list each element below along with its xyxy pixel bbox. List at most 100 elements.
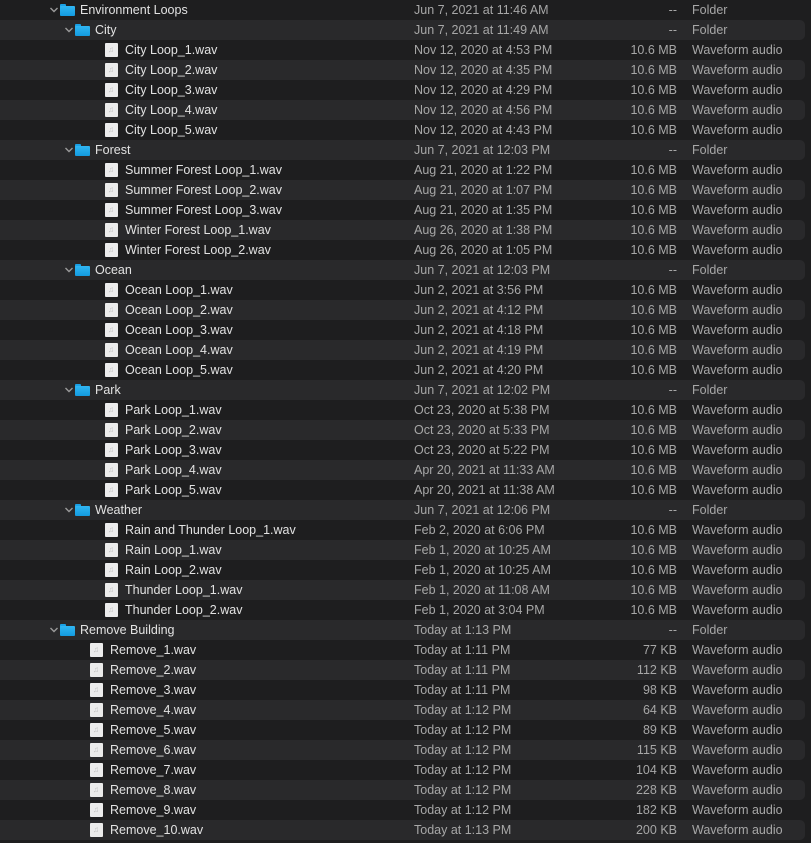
chevron-down-icon[interactable] xyxy=(64,380,74,400)
date-modified: Jun 2, 2021 at 4:18 PM xyxy=(414,323,544,337)
file-name: Remove_4.wav xyxy=(110,703,197,717)
chevron-down-icon[interactable] xyxy=(64,140,74,160)
file-row[interactable]: ♫ Thunder Loop_2.wav Feb 1, 2020 at 3:04… xyxy=(0,600,811,620)
file-name: Forest xyxy=(95,143,131,157)
folder-row[interactable]: Environment Loops Jun 7, 2021 at 11:46 A… xyxy=(0,0,811,20)
file-row[interactable]: ♫ Remove_10.wav Today at 1:13 PM 200 KB … xyxy=(0,820,811,840)
folder-row[interactable]: Weather Jun 7, 2021 at 12:06 PM -- Folde… xyxy=(0,500,811,520)
file-name: City Loop_1.wav xyxy=(125,43,218,57)
file-row[interactable]: ♫ Ocean Loop_2.wav Jun 2, 2021 at 4:12 P… xyxy=(0,300,811,320)
file-kind: Folder xyxy=(692,143,728,157)
file-row[interactable]: ♫ Park Loop_5.wav Apr 20, 2021 at 11:38 … xyxy=(0,480,811,500)
audio-file-icon: ♫ xyxy=(90,823,103,837)
file-size: 10.6 MB xyxy=(630,563,677,577)
file-size: -- xyxy=(668,383,677,397)
file-row[interactable]: ♫ City Loop_4.wav Nov 12, 2020 at 4:56 P… xyxy=(0,100,811,120)
file-row[interactable]: ♫ City Loop_5.wav Nov 12, 2020 at 4:43 P… xyxy=(0,120,811,140)
file-kind: Waveform audio xyxy=(692,763,783,777)
date-modified: Oct 23, 2020 at 5:38 PM xyxy=(414,403,550,417)
file-row[interactable]: ♫ Ocean Loop_1.wav Jun 2, 2021 at 3:56 P… xyxy=(0,280,811,300)
file-kind: Waveform audio xyxy=(692,183,783,197)
file-size: 10.6 MB xyxy=(630,243,677,257)
file-name: Remove Building xyxy=(80,623,175,637)
date-modified: Today at 1:11 PM xyxy=(414,683,511,697)
folder-row[interactable]: City Jun 7, 2021 at 11:49 AM -- Folder xyxy=(0,20,811,40)
date-modified: Jun 7, 2021 at 12:06 PM xyxy=(414,503,551,517)
audio-file-icon: ♫ xyxy=(105,463,118,477)
file-row[interactable]: ♫ Winter Forest Loop_2.wav Aug 26, 2020 … xyxy=(0,240,811,260)
file-row[interactable]: ♫ Remove_6.wav Today at 1:12 PM 115 KB W… xyxy=(0,740,811,760)
date-modified: Aug 26, 2020 at 1:05 PM xyxy=(414,243,553,257)
audio-file-icon: ♫ xyxy=(105,343,118,357)
file-size: -- xyxy=(668,3,677,17)
date-modified: Feb 1, 2020 at 11:08 AM xyxy=(414,583,550,597)
file-size: 10.6 MB xyxy=(630,163,677,177)
folder-icon xyxy=(60,624,75,636)
chevron-down-icon[interactable] xyxy=(49,620,59,640)
file-size: 10.6 MB xyxy=(630,403,677,417)
file-kind: Waveform audio xyxy=(692,743,783,757)
file-row[interactable]: ♫ Park Loop_1.wav Oct 23, 2020 at 5:38 P… xyxy=(0,400,811,420)
file-row[interactable]: ♫ Remove_1.wav Today at 1:11 PM 77 KB Wa… xyxy=(0,640,811,660)
audio-file-icon: ♫ xyxy=(105,163,118,177)
file-row[interactable]: ♫ Park Loop_2.wav Oct 23, 2020 at 5:33 P… xyxy=(0,420,811,440)
file-row[interactable]: ♫ Remove_7.wav Today at 1:12 PM 104 KB W… xyxy=(0,760,811,780)
folder-row[interactable]: Forest Jun 7, 2021 at 12:03 PM -- Folder xyxy=(0,140,811,160)
chevron-down-icon[interactable] xyxy=(49,0,59,20)
file-row[interactable]: ♫ City Loop_1.wav Nov 12, 2020 at 4:53 P… xyxy=(0,40,811,60)
file-name: Remove_9.wav xyxy=(110,803,197,817)
file-name: Summer Forest Loop_2.wav xyxy=(125,183,283,197)
file-row[interactable]: ♫ Rain Loop_1.wav Feb 1, 2020 at 10:25 A… xyxy=(0,540,811,560)
file-row[interactable]: ♫ Ocean Loop_4.wav Jun 2, 2021 at 4:19 P… xyxy=(0,340,811,360)
folder-row[interactable]: Park Jun 7, 2021 at 12:02 PM -- Folder xyxy=(0,380,811,400)
folder-row[interactable]: Ocean Jun 7, 2021 at 12:03 PM -- Folder xyxy=(0,260,811,280)
file-name: Ocean Loop_3.wav xyxy=(125,323,233,337)
file-row[interactable]: ♫ Remove_3.wav Today at 1:11 PM 98 KB Wa… xyxy=(0,680,811,700)
file-size: 10.6 MB xyxy=(630,483,677,497)
chevron-down-icon[interactable] xyxy=(64,500,74,520)
audio-file-icon: ♫ xyxy=(105,223,118,237)
file-size: 10.6 MB xyxy=(630,363,677,377)
file-row[interactable]: ♫ Remove_9.wav Today at 1:12 PM 182 KB W… xyxy=(0,800,811,820)
file-row[interactable]: ♫ Winter Forest Loop_1.wav Aug 26, 2020 … xyxy=(0,220,811,240)
folder-icon xyxy=(75,264,90,276)
chevron-down-icon[interactable] xyxy=(64,260,74,280)
chevron-down-icon[interactable] xyxy=(64,20,74,40)
date-modified: Apr 20, 2021 at 11:38 AM xyxy=(414,483,555,497)
date-modified: Today at 1:12 PM xyxy=(414,703,512,717)
file-kind: Folder xyxy=(692,3,728,17)
file-row[interactable]: ♫ Remove_5.wav Today at 1:12 PM 89 KB Wa… xyxy=(0,720,811,740)
file-row[interactable]: ♫ Summer Forest Loop_1.wav Aug 21, 2020 … xyxy=(0,160,811,180)
file-name: Ocean Loop_1.wav xyxy=(125,283,233,297)
file-row[interactable]: ♫ Remove_2.wav Today at 1:11 PM 112 KB W… xyxy=(0,660,811,680)
date-modified: Jun 7, 2021 at 12:03 PM xyxy=(414,263,551,277)
date-modified: Today at 1:12 PM xyxy=(414,743,512,757)
file-row[interactable]: ♫ City Loop_3.wav Nov 12, 2020 at 4:29 P… xyxy=(0,80,811,100)
file-row[interactable]: ♫ Park Loop_3.wav Oct 23, 2020 at 5:22 P… xyxy=(0,440,811,460)
file-row[interactable]: ♫ Remove_4.wav Today at 1:12 PM 64 KB Wa… xyxy=(0,700,811,720)
file-name: Park Loop_3.wav xyxy=(125,443,222,457)
file-row[interactable]: ♫ Summer Forest Loop_2.wav Aug 21, 2020 … xyxy=(0,180,811,200)
file-row[interactable]: ♫ Thunder Loop_1.wav Feb 1, 2020 at 11:0… xyxy=(0,580,811,600)
file-row[interactable]: ♫ City Loop_2.wav Nov 12, 2020 at 4:35 P… xyxy=(0,60,811,80)
audio-file-icon: ♫ xyxy=(105,43,118,57)
file-size: 10.6 MB xyxy=(630,283,677,297)
file-size: 115 KB xyxy=(636,743,677,757)
file-row[interactable]: ♫ Summer Forest Loop_3.wav Aug 21, 2020 … xyxy=(0,200,811,220)
audio-file-icon: ♫ xyxy=(105,203,118,217)
folder-icon xyxy=(75,504,90,516)
date-modified: Nov 12, 2020 at 4:53 PM xyxy=(414,43,553,57)
file-kind: Waveform audio xyxy=(692,483,783,497)
file-row[interactable]: ♫ Park Loop_4.wav Apr 20, 2021 at 11:33 … xyxy=(0,460,811,480)
file-row[interactable]: ♫ Rain and Thunder Loop_1.wav Feb 2, 202… xyxy=(0,520,811,540)
file-row[interactable]: ♫ Rain Loop_2.wav Feb 1, 2020 at 10:25 A… xyxy=(0,560,811,580)
file-name: City Loop_3.wav xyxy=(125,83,218,97)
folder-row[interactable]: Remove Building Today at 1:13 PM -- Fold… xyxy=(0,620,811,640)
date-modified: Aug 21, 2020 at 1:22 PM xyxy=(414,163,553,177)
date-modified: Jun 2, 2021 at 3:56 PM xyxy=(414,283,544,297)
file-row[interactable]: ♫ Ocean Loop_5.wav Jun 2, 2021 at 4:20 P… xyxy=(0,360,811,380)
file-row[interactable]: ♫ Remove_8.wav Today at 1:12 PM 228 KB W… xyxy=(0,780,811,800)
file-name: Remove_8.wav xyxy=(110,783,197,797)
file-kind: Waveform audio xyxy=(692,343,783,357)
file-row[interactable]: ♫ Ocean Loop_3.wav Jun 2, 2021 at 4:18 P… xyxy=(0,320,811,340)
